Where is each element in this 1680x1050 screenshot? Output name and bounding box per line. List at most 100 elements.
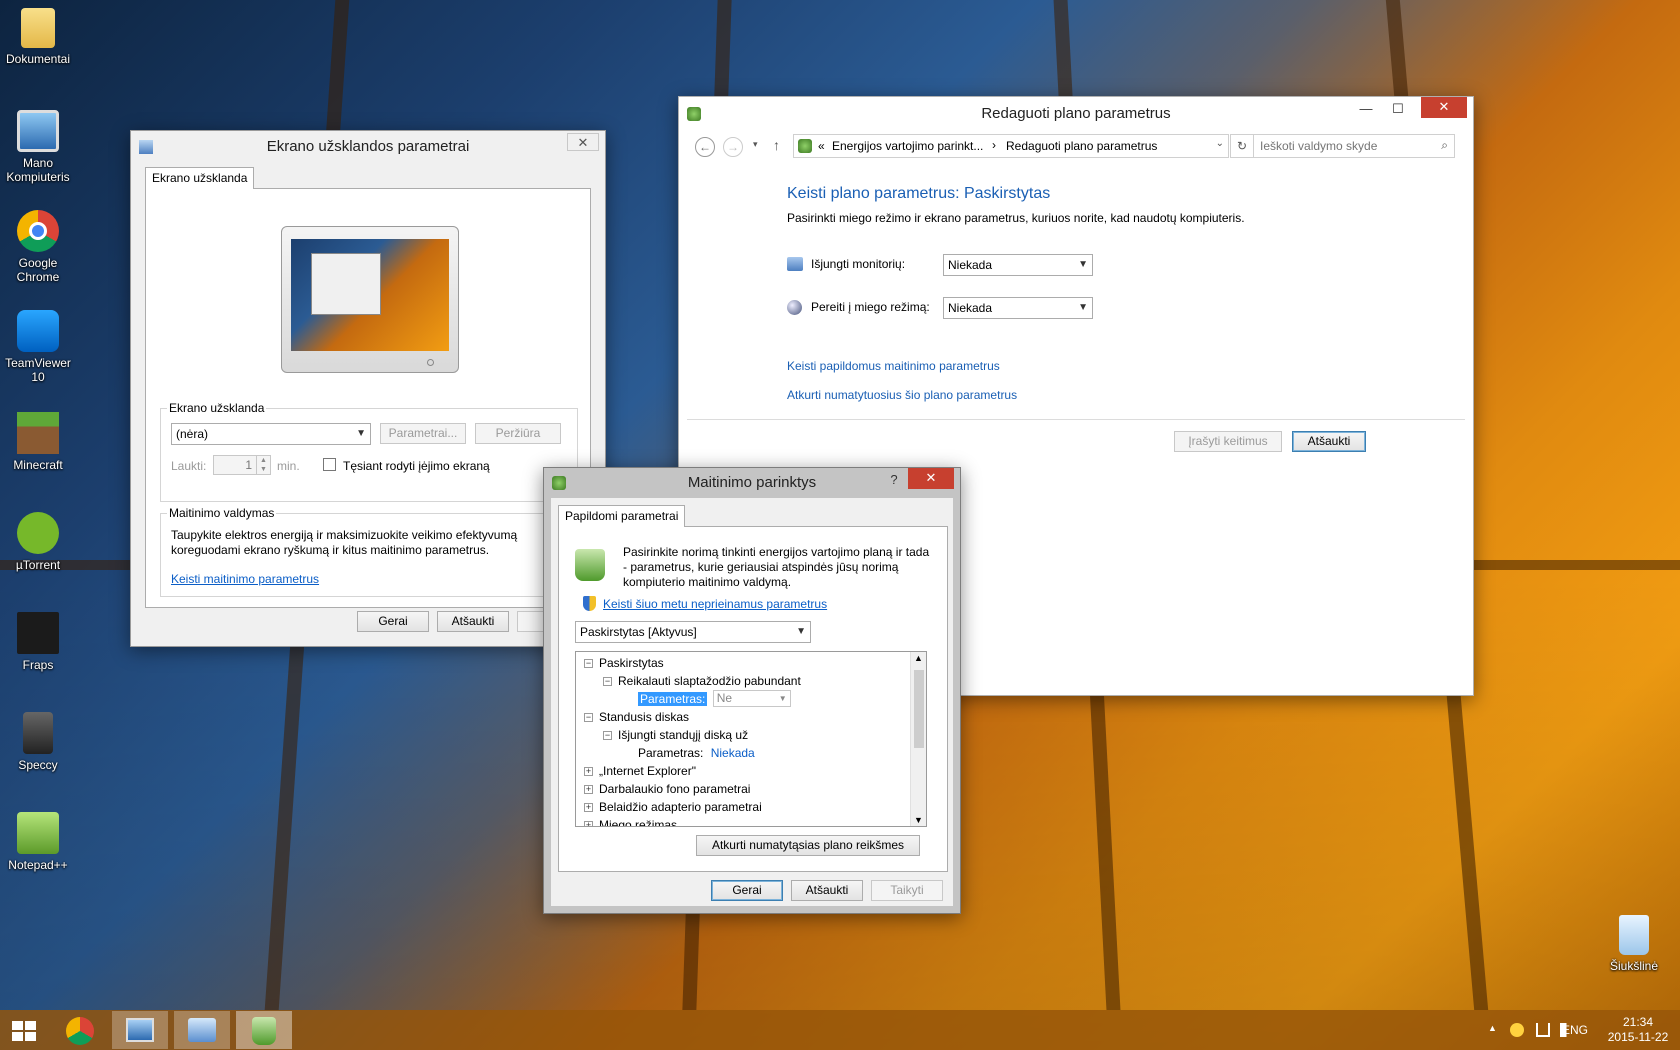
collapse-icon[interactable]: − bbox=[584, 659, 593, 669]
taskbar-power-options[interactable] bbox=[236, 1011, 292, 1049]
desktop-icon-speccy[interactable]: Speccy bbox=[4, 712, 72, 772]
save-changes-button[interactable]: Įrašyti keitimus bbox=[1174, 431, 1282, 452]
close-button[interactable]: ✕ bbox=[908, 468, 954, 489]
tree-node-wireless-adapter[interactable]: + Belaidžio adapterio parametrai bbox=[584, 798, 762, 816]
back-button[interactable]: ← bbox=[695, 137, 715, 157]
start-button[interactable] bbox=[0, 1011, 48, 1049]
change-unavailable-settings-link[interactable]: Keisti šiuo metu neprieinamus parametrus bbox=[603, 597, 827, 611]
apply-button[interactable]: Taikyti bbox=[871, 880, 943, 901]
expand-icon[interactable]: + bbox=[584, 785, 593, 795]
power-plan-icon bbox=[687, 107, 701, 121]
close-button[interactable]: ✕ bbox=[567, 133, 599, 151]
tree-node-password[interactable]: − Reikalauti slaptažodžio pabundant bbox=[603, 672, 801, 690]
tree-node-plan[interactable]: − Paskirstytas bbox=[584, 654, 664, 672]
advanced-settings-link[interactable]: Keisti papildomus maitinimo parametrus bbox=[787, 359, 1000, 373]
refresh-button[interactable]: ↻ bbox=[1230, 134, 1254, 158]
ok-button[interactable]: Gerai bbox=[357, 611, 429, 632]
desktop-icon-computer[interactable]: Mano Kompiuteris bbox=[4, 110, 72, 184]
up-button[interactable]: ↑ bbox=[773, 137, 780, 153]
network-icon[interactable] bbox=[1536, 1023, 1550, 1037]
maximize-button[interactable]: ☐ bbox=[1383, 99, 1413, 120]
tree-node-disk-setting[interactable]: Parametras: Niekada bbox=[638, 744, 755, 762]
restore-plan-defaults-button[interactable]: Atkurti numatytąsias plano reikšmes bbox=[696, 835, 920, 856]
stepper-arrows-icon[interactable]: ▲ ▼ bbox=[256, 456, 270, 474]
expand-icon[interactable]: + bbox=[584, 803, 593, 813]
collapse-icon[interactable]: − bbox=[603, 731, 612, 741]
password-setting-select[interactable]: Ne ▼ bbox=[712, 690, 791, 707]
tab-screensaver[interactable]: Ekrano užsklanda bbox=[145, 167, 255, 189]
window-title: Maitinimo parinktys bbox=[687, 474, 817, 491]
tree-node-hard-disk[interactable]: − Standusis diskas bbox=[584, 708, 689, 726]
forward-button[interactable]: → bbox=[723, 137, 743, 157]
tree-node-disk-off[interactable]: − Išjungti standųjį diską už bbox=[603, 726, 748, 744]
tree-scrollbar[interactable]: ▲ ▼ bbox=[910, 652, 926, 826]
wait-stepper[interactable]: 1 ▲ ▼ bbox=[213, 455, 271, 475]
chrome-icon bbox=[17, 210, 59, 252]
desktop-icon-teamviewer[interactable]: TeamViewer 10 bbox=[4, 310, 72, 384]
tab-advanced-settings[interactable]: Papildomi parametrai bbox=[558, 505, 686, 527]
setting-value[interactable]: Niekada bbox=[711, 746, 755, 760]
power-led-icon bbox=[427, 359, 434, 366]
chrome-icon bbox=[66, 1017, 94, 1045]
monitor-off-select[interactable]: Niekada ▼ bbox=[943, 254, 1093, 276]
search-icon[interactable]: ⌕ bbox=[1441, 138, 1448, 153]
taskbar-display-settings[interactable] bbox=[112, 1011, 168, 1049]
scrollbar-thumb[interactable] bbox=[914, 670, 924, 748]
taskbar-chrome[interactable] bbox=[52, 1011, 108, 1049]
minimize-button[interactable]: — bbox=[1351, 99, 1381, 120]
resume-checkbox[interactable] bbox=[323, 458, 336, 471]
address-bar[interactable]: « Energijos vartojimo parinkt... › Redag… bbox=[793, 134, 1229, 158]
change-power-settings-link[interactable]: Keisti maitinimo parametrus bbox=[171, 572, 319, 586]
recent-pages-button[interactable]: ▾ bbox=[753, 139, 758, 150]
tree-label: Standusis diskas bbox=[599, 710, 690, 724]
scroll-up-icon[interactable]: ▲ bbox=[914, 653, 923, 663]
scroll-down-icon[interactable]: ▼ bbox=[914, 815, 923, 825]
minecraft-icon bbox=[17, 412, 59, 454]
settings-tree[interactable]: − Paskirstytas − Reikalauti slaptažodžio p… bbox=[575, 651, 927, 827]
search-box[interactable]: ⌕ bbox=[1253, 134, 1455, 158]
taskbar-control-panel[interactable] bbox=[174, 1011, 230, 1049]
expand-icon[interactable]: + bbox=[584, 821, 593, 826]
screensaver-settings-button[interactable]: Parametrai... bbox=[380, 423, 466, 444]
clock[interactable]: 21:34 2015-11-22 bbox=[1600, 1015, 1676, 1045]
desktop-icon-minecraft[interactable]: Minecraft bbox=[4, 412, 72, 472]
desktop-icon-label: Mano Kompiuteris bbox=[6, 156, 70, 184]
screensaver-select[interactable]: (nėra) ▼ bbox=[171, 423, 371, 445]
cancel-button[interactable]: Atšaukti bbox=[1292, 431, 1366, 452]
breadcrumb-item-power-options[interactable]: Energijos vartojimo parinkt... bbox=[832, 139, 983, 153]
tray-overflow-icon[interactable]: ▲ bbox=[1488, 1023, 1497, 1033]
collapse-icon[interactable]: − bbox=[603, 677, 612, 687]
desktop-icon-chrome[interactable]: Google Chrome bbox=[4, 210, 72, 284]
preview-button[interactable]: Peržiūra bbox=[475, 423, 561, 444]
desktop-icon-label: Speccy bbox=[18, 758, 58, 772]
monitor-icon bbox=[787, 257, 803, 271]
select-value: Ne bbox=[716, 691, 733, 705]
search-input[interactable] bbox=[1260, 138, 1430, 154]
restore-defaults-link[interactable]: Atkurti numatytuosius šio plano parametr… bbox=[787, 388, 1017, 402]
plan-select[interactable]: Paskirstytas [Aktyvus] ▼ bbox=[575, 621, 811, 643]
chevron-down-icon[interactable]: ⌄ bbox=[1216, 138, 1224, 149]
cancel-button[interactable]: Atšaukti bbox=[791, 880, 863, 901]
sleep-select[interactable]: Niekada ▼ bbox=[943, 297, 1093, 319]
breadcrumb-item-edit-plan[interactable]: Redaguoti plano parametrus bbox=[1006, 139, 1157, 153]
tree-node-internet-explorer[interactable]: + „Internet Explorer" bbox=[584, 762, 696, 780]
computer-icon bbox=[17, 110, 59, 152]
power-options-window: Maitinimo parinktys ? ✕ Papildomi parame… bbox=[543, 467, 961, 914]
tree-node-password-setting[interactable]: Parametras: Ne ▼ bbox=[638, 690, 791, 708]
help-button[interactable]: ? bbox=[882, 470, 906, 491]
ok-button[interactable]: Gerai bbox=[711, 880, 783, 901]
resume-checkbox-label[interactable]: Tęsiant rodyti įėjimo ekraną bbox=[343, 459, 490, 473]
collapse-icon[interactable]: − bbox=[584, 713, 593, 723]
expand-icon[interactable]: + bbox=[584, 767, 593, 777]
close-button[interactable]: ✕ bbox=[1421, 97, 1467, 118]
tree-node-sleep[interactable]: + Miego režimas bbox=[584, 816, 677, 826]
desktop-icon-utorrent[interactable]: µTorrent bbox=[4, 512, 72, 572]
tree-node-desktop-background[interactable]: + Darbalaukio fono parametrai bbox=[584, 780, 750, 798]
desktop-icon-notepadpp[interactable]: Notepad++ bbox=[4, 812, 72, 872]
desktop-icon-recycle-bin[interactable]: Šiukšlinė bbox=[1600, 915, 1668, 973]
desktop-icon-fraps[interactable]: Fraps bbox=[4, 612, 72, 672]
tray-app-icon[interactable] bbox=[1510, 1023, 1524, 1037]
desktop-icon-documents[interactable]: Dokumentai bbox=[4, 8, 72, 66]
language-indicator[interactable]: ENG bbox=[1562, 1023, 1588, 1037]
cancel-button[interactable]: Atšaukti bbox=[437, 611, 509, 632]
